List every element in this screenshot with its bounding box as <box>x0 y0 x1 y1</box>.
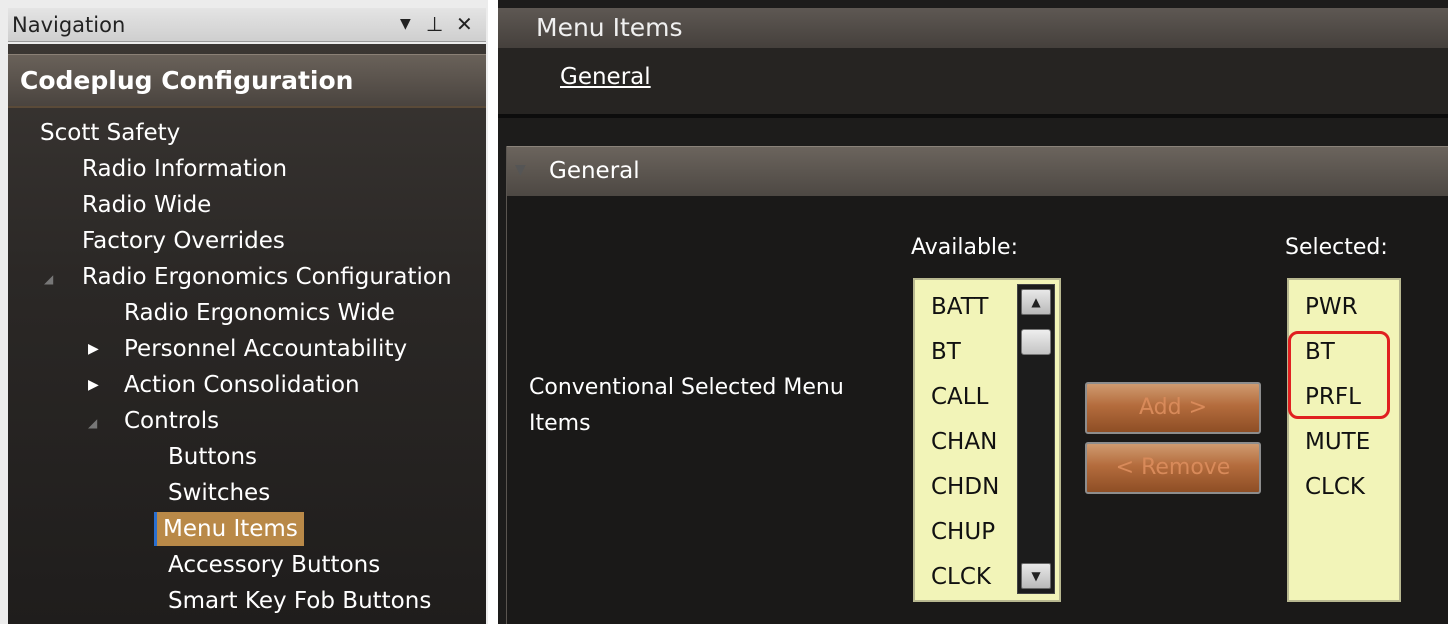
add-button[interactable]: Add > <box>1085 382 1261 434</box>
tree-item-switches[interactable]: Switches <box>168 476 270 510</box>
collapse-arrow-icon[interactable]: ▼ <box>515 162 526 178</box>
tree-item-scott-safety[interactable]: Scott Safety <box>40 116 180 150</box>
collapsed-arrow-icon[interactable]: ▶ <box>88 332 99 366</box>
selected-label: Selected: <box>1285 235 1388 260</box>
list-item[interactable]: CHDN <box>931 470 999 504</box>
tree-item-smart-key-fob-buttons[interactable]: Smart Key Fob Buttons <box>168 584 431 618</box>
list-item[interactable]: CHAN <box>931 425 997 459</box>
list-item[interactable]: CALL <box>931 380 988 414</box>
page-title: Menu Items <box>536 13 683 42</box>
tab-general[interactable]: General <box>560 64 651 90</box>
content-header: Menu Items <box>498 8 1448 48</box>
list-item[interactable]: BT <box>931 335 961 369</box>
tree-item-accessory-buttons[interactable]: Accessory Buttons <box>168 548 380 582</box>
tree-item-personnel-accountability[interactable]: Personnel Accountability <box>124 332 407 366</box>
callout-highlight <box>1288 331 1390 419</box>
tab-bar: General <box>498 48 1448 118</box>
scroll-thumb[interactable] <box>1021 329 1051 355</box>
navigation-pane: Navigation ▼ ⊥ ✕ Codeplug Configuration … <box>0 0 488 624</box>
tree-item-controls[interactable]: Controls <box>124 404 219 438</box>
list-item[interactable]: MUTE <box>1305 425 1370 459</box>
list-item[interactable]: CLCK <box>931 560 991 594</box>
tree-item-radio-wide[interactable]: Radio Wide <box>82 188 211 222</box>
list-item[interactable]: CHUP <box>931 515 995 549</box>
list-item[interactable]: CLCK <box>1305 470 1365 504</box>
available-listbox[interactable]: BATT BT CALL CHAN CHDN CHUP CLCK ▲ ▼ <box>913 278 1061 602</box>
available-label: Available: <box>911 235 1018 260</box>
scroll-down-icon[interactable]: ▼ <box>1021 563 1051 589</box>
list-item[interactable]: BATT <box>931 290 988 324</box>
tree-item-action-consolidation[interactable]: Action Consolidation <box>124 368 360 402</box>
navigation-title: Navigation <box>12 13 126 37</box>
tree-item-buttons[interactable]: Buttons <box>168 440 257 474</box>
tree-item-factory-overrides[interactable]: Factory Overrides <box>82 224 285 258</box>
selected-listbox[interactable]: PWR BT PRFL MUTE CLCK <box>1287 278 1401 602</box>
list-item[interactable]: PWR <box>1305 290 1358 324</box>
scroll-up-icon[interactable]: ▲ <box>1021 289 1051 315</box>
group-title: General <box>549 158 640 184</box>
conventional-selected-menu-items-label: Conventional Selected Menu Items <box>529 375 844 436</box>
vertical-scrollbar[interactable]: ▲ ▼ <box>1017 284 1055 594</box>
pin-icon[interactable]: ⊥ <box>426 11 443 37</box>
collapsed-arrow-icon[interactable]: ▶ <box>88 368 99 402</box>
close-icon[interactable]: ✕ <box>456 11 473 37</box>
remove-button[interactable]: < Remove <box>1085 442 1261 494</box>
expanded-arrow-icon[interactable]: ◢ <box>44 262 53 296</box>
group-header[interactable]: ▼ General <box>507 146 1448 196</box>
navigation-tree-panel: Codeplug Configuration Scott Safety Radi… <box>8 44 486 624</box>
tree-item-radio-information[interactable]: Radio Information <box>82 152 287 186</box>
content-pane: Menu Items General ▼ General Conventiona… <box>498 0 1448 624</box>
navigation-header: Navigation ▼ ⊥ ✕ <box>8 8 486 42</box>
tree-item-radio-ergonomics-wide[interactable]: Radio Ergonomics Wide <box>124 296 395 330</box>
dropdown-icon[interactable]: ▼ <box>400 11 411 37</box>
expanded-arrow-icon[interactable]: ◢ <box>88 406 97 440</box>
tree-item-menu-items[interactable]: Menu Items <box>154 512 304 546</box>
section-title: Codeplug Configuration <box>20 66 354 95</box>
codeplug-configuration-header[interactable]: Codeplug Configuration <box>8 54 486 108</box>
tree-item-radio-ergonomics-configuration[interactable]: Radio Ergonomics Configuration <box>82 260 452 294</box>
